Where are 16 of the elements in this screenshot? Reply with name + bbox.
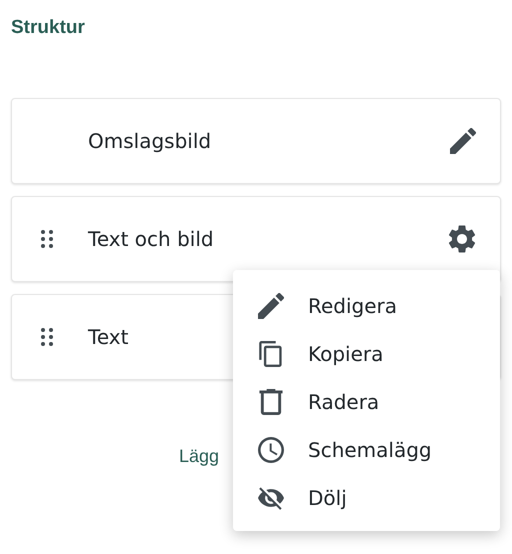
menu-item[interactable]: Radera — [257, 378, 500, 426]
pencil-icon[interactable] — [450, 128, 476, 154]
menu-item[interactable]: Kopiera — [257, 330, 500, 378]
section-card[interactable]: Omslagsbild — [11, 98, 501, 184]
settings-icon[interactable] — [448, 225, 476, 253]
section-title: Struktur — [11, 16, 86, 40]
add-section-link[interactable]: Lägg — [179, 446, 220, 466]
menu-item[interactable]: Redigera — [257, 282, 500, 330]
section-label: Text — [88, 325, 130, 349]
menu-item[interactable]: Dölj — [257, 474, 500, 522]
section-label: Text och bild — [88, 227, 215, 251]
section-card[interactable]: Text och bild — [11, 196, 501, 282]
drag-handle-icon[interactable] — [41, 328, 53, 346]
menu-item[interactable]: Schemalägg — [257, 426, 500, 474]
drag-handle-icon[interactable] — [41, 230, 53, 248]
section-label: Omslagsbild — [88, 129, 212, 153]
